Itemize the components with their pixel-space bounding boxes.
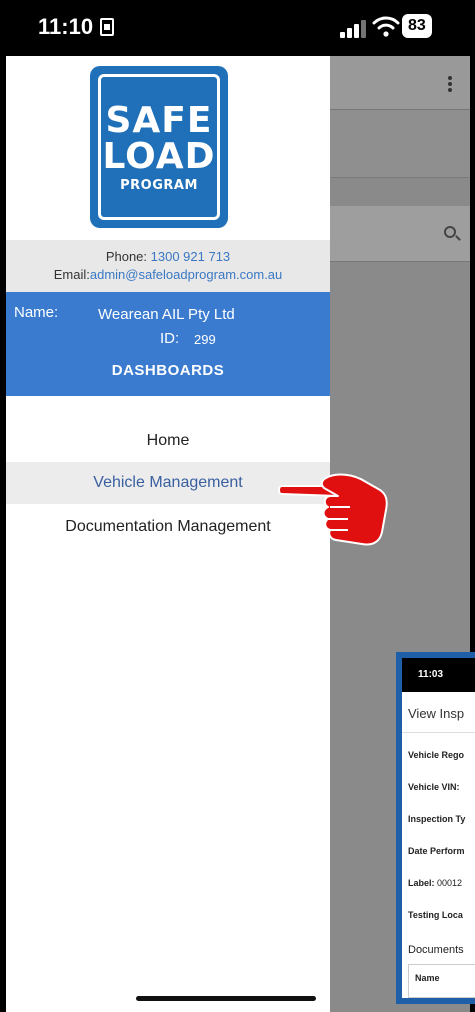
inset-inspection-type: Inspection Ty: [408, 814, 466, 824]
contact-info: Phone: 1300 921 713 Email:admin@safeload…: [6, 240, 330, 292]
pointing-hand-icon: [278, 473, 388, 546]
inset-label-value: 00012: [437, 878, 463, 888]
inset-documents-table: Name: [408, 964, 475, 998]
wifi-icon: [372, 16, 400, 37]
cellular-signal-icon: [340, 20, 368, 38]
inset-date-performed: Date Perform: [408, 846, 465, 856]
sim-card-icon: [100, 18, 114, 36]
screen: 11:10 83 SAFE LOAD PROGRAM Phone: 1300 9…: [0, 0, 475, 1012]
status-time: 11:10: [38, 14, 94, 39]
inset-screenshot: 11:03 View Insp Vehicle Rego Vehicle VIN…: [396, 652, 475, 1004]
inset-divider: [402, 732, 475, 733]
home-indicator[interactable]: [136, 996, 316, 1001]
account-info-band: Name: Wearean AIL Pty Ltd ID: 299 DASHBO…: [6, 292, 330, 396]
inset-documents-heading: Documents: [408, 944, 464, 956]
name-value: Wearean AIL Pty Ltd: [98, 306, 235, 323]
logo-text-line1: SAFE: [105, 99, 213, 141]
status-bar: 11:10 83: [0, 0, 475, 56]
inset-label-key: Label:: [408, 878, 435, 888]
dashboards-heading: DASHBOARDS: [111, 362, 225, 379]
inset-page-title: View Insp: [408, 706, 465, 721]
inset-testing-location: Testing Loca: [408, 910, 463, 920]
inset-screen: 11:03 View Insp Vehicle Rego Vehicle VIN…: [402, 658, 475, 998]
logo-text-line3: PROGRAM: [120, 177, 198, 193]
id-label: ID:: [160, 330, 180, 347]
inset-label-row: Label: 00012: [408, 878, 462, 888]
phone-link[interactable]: 1300 921 713: [151, 249, 231, 264]
email-label: Email:: [53, 267, 90, 282]
logo-text-line2: LOAD: [102, 135, 216, 177]
inset-vehicle-rego: Vehicle Rego: [408, 750, 465, 760]
more-options-icon: [448, 76, 452, 92]
logo-area: SAFE LOAD PROGRAM: [6, 56, 330, 238]
phone-label: Phone:: [105, 249, 148, 264]
search-icon: [444, 226, 456, 238]
background-search-bar: [330, 206, 470, 262]
background-toolbar: [330, 56, 470, 110]
background-header: [330, 110, 470, 178]
menu-item-home[interactable]: Home: [6, 420, 330, 462]
inset-vehicle-vin: Vehicle VIN:: [408, 782, 460, 792]
name-label: Name:: [14, 304, 59, 321]
inset-status-bar: 11:03: [402, 658, 475, 692]
battery-indicator: 83: [402, 14, 432, 38]
safe-load-program-logo: SAFE LOAD PROGRAM: [90, 66, 228, 228]
id-value: 299: [194, 332, 216, 347]
inset-table-header-name: Name: [415, 973, 440, 983]
inset-status-time: 11:03: [418, 669, 444, 680]
email-link[interactable]: admin@safeloadprogram.com.au: [90, 267, 282, 282]
